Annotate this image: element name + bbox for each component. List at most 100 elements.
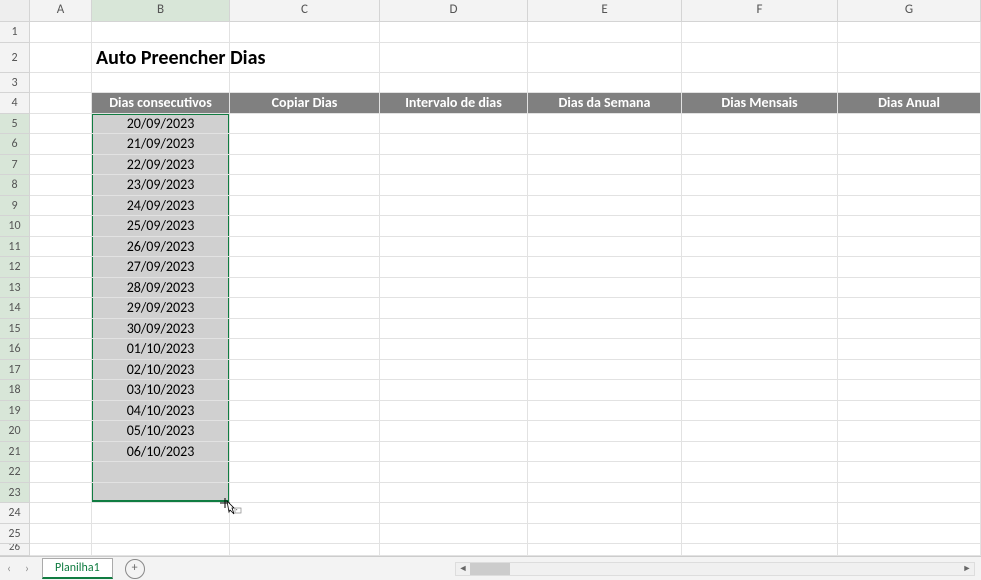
cell-E17[interactable] [528,360,682,381]
cell-E22[interactable] [528,462,682,483]
cell-B14[interactable]: 29/09/2023 [92,298,230,319]
cell-A3[interactable] [30,73,92,94]
column-header-C[interactable]: C [230,0,380,21]
cell-G8[interactable] [838,175,981,196]
cell-G3[interactable] [838,73,981,94]
cell-C8[interactable] [230,175,380,196]
cell-C23[interactable] [230,483,380,504]
cell-C13[interactable] [230,278,380,299]
cell-D15[interactable] [380,319,528,340]
next-sheet-button[interactable]: › [18,559,36,579]
row-header-24[interactable]: 24 [0,503,30,524]
cell-D20[interactable] [380,421,528,442]
cell-C24[interactable] [230,503,380,524]
cell-C26[interactable] [230,544,380,556]
cell-G25[interactable] [838,524,981,545]
cell-B13[interactable]: 28/09/2023 [92,278,230,299]
cell-F3[interactable] [682,73,838,94]
cell-G5[interactable] [838,114,981,135]
cell-G22[interactable] [838,462,981,483]
row-header-21[interactable]: 21 [0,442,30,463]
row-header-7[interactable]: 7 [0,155,30,176]
cell-B18[interactable]: 03/10/2023 [92,380,230,401]
horizontal-scrollbar[interactable]: ◄ ► [455,562,975,576]
cell-B21[interactable]: 06/10/2023 [92,442,230,463]
cell-C22[interactable] [230,462,380,483]
cell-G16[interactable] [838,339,981,360]
cell-A17[interactable] [30,360,92,381]
cell-E26[interactable] [528,544,682,556]
cell-D16[interactable] [380,339,528,360]
cell-A26[interactable] [30,544,92,556]
cell-F6[interactable] [682,134,838,155]
cell-D19[interactable] [380,401,528,422]
cell-C6[interactable] [230,134,380,155]
cell-A18[interactable] [30,380,92,401]
cell-F13[interactable] [682,278,838,299]
column-header-F[interactable]: F [682,0,838,21]
cell-D22[interactable] [380,462,528,483]
cell-E18[interactable] [528,380,682,401]
cell-E6[interactable] [528,134,682,155]
cell-D8[interactable] [380,175,528,196]
row-header-11[interactable]: 11 [0,237,30,258]
cell-D3[interactable] [380,73,528,94]
cell-E12[interactable] [528,257,682,278]
cell-C21[interactable] [230,442,380,463]
cell-A9[interactable] [30,196,92,217]
cell-D6[interactable] [380,134,528,155]
cell-A15[interactable] [30,319,92,340]
cell-D13[interactable] [380,278,528,299]
new-sheet-button[interactable]: + [125,559,145,579]
cell-F26[interactable] [682,544,838,556]
row-header-18[interactable]: 18 [0,380,30,401]
cell-F25[interactable] [682,524,838,545]
cell-D5[interactable] [380,114,528,135]
cell-D18[interactable] [380,380,528,401]
cell-E4[interactable]: Dias da Semana [528,93,682,114]
cell-B6[interactable]: 21/09/2023 [92,134,230,155]
cell-C19[interactable] [230,401,380,422]
cell-F8[interactable] [682,175,838,196]
row-header-14[interactable]: 14 [0,298,30,319]
cell-C12[interactable] [230,257,380,278]
cell-A20[interactable] [30,421,92,442]
cell-E14[interactable] [528,298,682,319]
cell-A6[interactable] [30,134,92,155]
cell-G12[interactable] [838,257,981,278]
cell-E7[interactable] [528,155,682,176]
cell-E21[interactable] [528,442,682,463]
cell-C1[interactable] [230,22,380,43]
row-header-8[interactable]: 8 [0,175,30,196]
prev-sheet-button[interactable]: ‹ [0,559,18,579]
cell-B16[interactable]: 01/10/2023 [92,339,230,360]
cell-B10[interactable]: 25/09/2023 [92,216,230,237]
cell-A24[interactable] [30,503,92,524]
cell-E9[interactable] [528,196,682,217]
cell-E20[interactable] [528,421,682,442]
cell-C15[interactable] [230,319,380,340]
cell-B9[interactable]: 24/09/2023 [92,196,230,217]
scroll-right-button[interactable]: ► [960,563,974,575]
row-header-13[interactable]: 13 [0,278,30,299]
cell-B2[interactable]: Auto Preencher Dias [92,43,230,73]
row-header-25[interactable]: 25 [0,524,30,545]
cell-D24[interactable] [380,503,528,524]
cell-B15[interactable]: 30/09/2023 [92,319,230,340]
cell-F24[interactable] [682,503,838,524]
row-header-20[interactable]: 20 [0,421,30,442]
cell-A4[interactable] [30,93,92,114]
cell-G4[interactable]: Dias Anual [838,93,981,114]
cell-D25[interactable] [380,524,528,545]
cell-E19[interactable] [528,401,682,422]
row-header-23[interactable]: 23 [0,483,30,504]
cell-B24[interactable] [92,503,230,524]
cell-B20[interactable]: 05/10/2023 [92,421,230,442]
cell-A7[interactable] [30,155,92,176]
cell-G21[interactable] [838,442,981,463]
cell-F4[interactable]: Dias Mensais [682,93,838,114]
cell-G24[interactable] [838,503,981,524]
scroll-thumb[interactable] [470,563,510,575]
scroll-left-button[interactable]: ◄ [456,563,470,575]
cell-F7[interactable] [682,155,838,176]
